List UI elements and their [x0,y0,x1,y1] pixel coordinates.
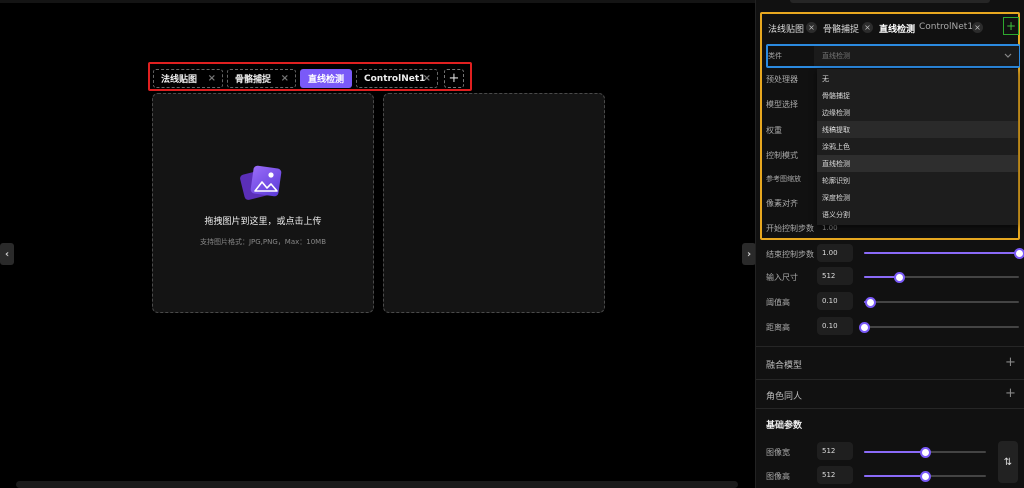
chevron-down-icon [1004,53,1012,58]
distance-high-slider[interactable] [858,321,1019,333]
chevron-right-icon: › [746,248,752,260]
slider-thumb[interactable] [919,446,931,458]
option-edge-detection[interactable]: 边缘检测 [817,104,1018,121]
close-icon[interactable]: × [423,73,431,84]
image-height-label: 图像高 [766,472,790,481]
start-step-value: 1.00 [822,224,838,232]
option-depth[interactable]: 深度检测 [817,189,1018,206]
panel-top-handle [790,0,990,3]
collapse-left-button[interactable]: ‹ [0,243,14,265]
preprocessor-label: 预处理器 [766,75,798,84]
weight-label: 权重 [766,126,782,135]
option-none[interactable]: 无 [817,70,1018,87]
swap-icon: ⇅ [1003,456,1013,468]
option-pose-capture[interactable]: 骨骼捕捉 [817,87,1018,104]
horizontal-scrollbar[interactable] [16,481,738,488]
start-step-label: 开始控制步数 [766,224,814,233]
slider-thumb[interactable] [864,296,876,308]
divider [756,346,1024,347]
threshold-high-label: 阈值高 [766,298,790,307]
input-size-value[interactable]: 512 [817,267,853,285]
close-icon[interactable]: × [972,22,983,33]
threshold-high-value[interactable]: 0.10 [817,292,853,310]
image-width-slider[interactable] [864,446,986,458]
tab-line-detection[interactable]: 直线检测 [300,69,352,88]
expand-plus-icon[interactable]: + [1005,355,1016,370]
type-label: 类件 [768,52,782,60]
tab-controlnet1[interactable]: ControlNet1 × [356,69,438,88]
cn-tab-pose-capture[interactable]: 骨骼捕捉 [823,22,859,35]
distance-high-label: 距离高 [766,323,790,332]
input-size-slider[interactable] [864,271,1019,283]
tab-label: 法线贴图 [161,75,198,85]
option-scribble-color[interactable]: 涂鸦上色 [817,138,1018,155]
option-segmentation[interactable]: 语义分割 [817,206,1018,223]
close-icon[interactable]: × [281,73,289,84]
divider [756,408,1024,409]
swap-dimensions-button[interactable]: ⇅ [998,441,1018,483]
image-height-value[interactable]: 512 [817,466,853,484]
control-mode-label: 控制模式 [766,151,798,160]
pixel-align-label: 像素对齐 [766,199,798,208]
end-step-slider[interactable] [864,247,1024,259]
collapse-right-button[interactable]: › [742,243,756,265]
ref-scale-label: 参考图缩放 [766,175,801,183]
tab-label: 直线检测 [307,75,344,85]
fusion-model-section[interactable]: 融合模型 [766,358,802,371]
add-tab-button[interactable]: + [444,69,464,88]
controlnet-tab-strip: 法线贴图 × 骨骼捕捉 × 直线检测 ControlNet1 × + [148,62,472,91]
close-icon[interactable]: × [862,22,873,33]
slider-thumb[interactable] [1013,247,1024,259]
slider-thumb[interactable] [894,271,906,283]
close-icon[interactable]: × [208,73,216,84]
top-divider [0,0,755,3]
tab-normal-map[interactable]: 法线贴图 × [153,69,223,88]
image-width-value[interactable]: 512 [817,442,853,460]
close-icon[interactable]: × [806,22,817,33]
slider-thumb[interactable] [858,321,870,333]
chevron-left-icon: ‹ [4,248,10,260]
option-line-detection[interactable]: 直线检测 [817,155,1018,172]
preview-card [383,93,605,313]
tab-label: ControlNet1 [364,73,426,84]
option-line-art[interactable]: 线稿提取 [817,121,1018,138]
input-size-label: 输入尺寸 [766,273,798,282]
type-select[interactable]: 直线检测 [814,46,1019,66]
add-controlnet-button[interactable]: + [1003,17,1019,35]
plus-icon: + [448,71,460,86]
cn-tab-normal-map[interactable]: 法线贴图 [768,22,804,35]
slider-thumb[interactable] [919,470,931,482]
cn-tab-controlnet1[interactable]: ControlNet1 [919,22,973,32]
tab-label: 骨骼捕捉 [235,75,272,85]
cn-tab-line-detection[interactable]: 直线检测 [879,22,915,35]
upload-hint: 支持图片格式：JPG,PNG，Max：10MB [199,238,327,246]
image-width-label: 图像宽 [766,448,790,457]
expand-plus-icon[interactable]: + [1005,386,1016,401]
divider [756,379,1024,380]
upload-title: 拖拽图片到这里，或点击上传 [204,217,322,227]
model-label: 模型选择 [766,100,798,109]
option-contour[interactable]: 轮廓识别 [817,172,1018,189]
tab-pose-capture[interactable]: 骨骼捕捉 × [227,69,296,88]
image-height-slider[interactable] [864,470,986,482]
end-step-label: 结束控制步数 [766,250,814,259]
basic-params-title: 基础参数 [766,421,803,431]
type-select-value: 直线检测 [822,52,850,60]
image-upload-icon [240,165,282,200]
distance-high-value[interactable]: 0.10 [817,317,853,335]
character-section[interactable]: 角色同人 [766,389,802,402]
type-dropdown-menu: 无 骨骼捕捉 边缘检测 线稿提取 涂鸦上色 直线检测 轮廓识别 深度检测 语义分… [817,69,1018,225]
end-step-value[interactable]: 1.00 [817,244,853,262]
plus-icon: + [1005,19,1017,33]
threshold-high-slider[interactable] [864,296,1019,308]
